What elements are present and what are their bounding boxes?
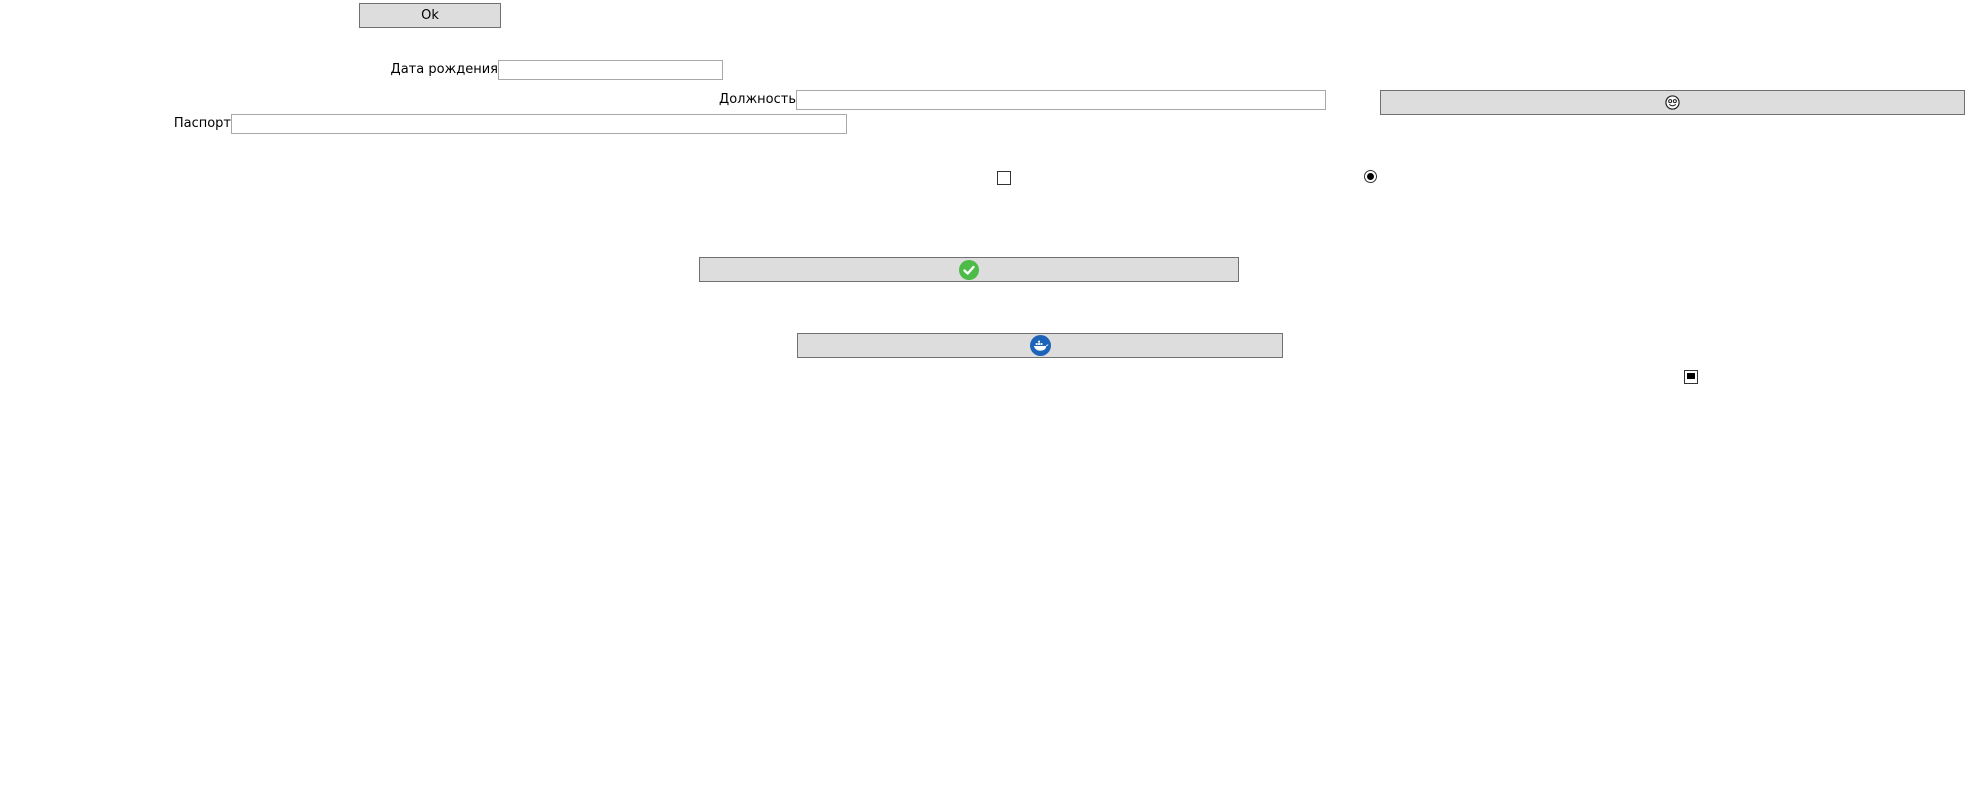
ok-button[interactable]: Ok <box>359 3 501 28</box>
radio-button[interactable] <box>1364 170 1377 183</box>
green-check-icon <box>959 259 979 280</box>
passport-field[interactable] <box>231 114 847 134</box>
docker-button[interactable] <box>797 333 1283 358</box>
docker-whale-icon <box>1029 335 1051 356</box>
indeterminate-checkbox[interactable] <box>1684 370 1698 384</box>
checkbox[interactable] <box>997 171 1011 185</box>
ok-button-label: Ok <box>421 8 439 23</box>
passport-label: Паспорт <box>173 116 231 131</box>
emoji-button[interactable] <box>1380 90 1965 115</box>
birth-date-label: Дата рождения <box>390 62 498 77</box>
position-field[interactable] <box>796 90 1326 110</box>
face-icon <box>1665 95 1680 110</box>
position-label: Должность <box>719 92 796 107</box>
confirm-button[interactable] <box>699 257 1239 282</box>
birth-date-field[interactable] <box>498 60 723 80</box>
